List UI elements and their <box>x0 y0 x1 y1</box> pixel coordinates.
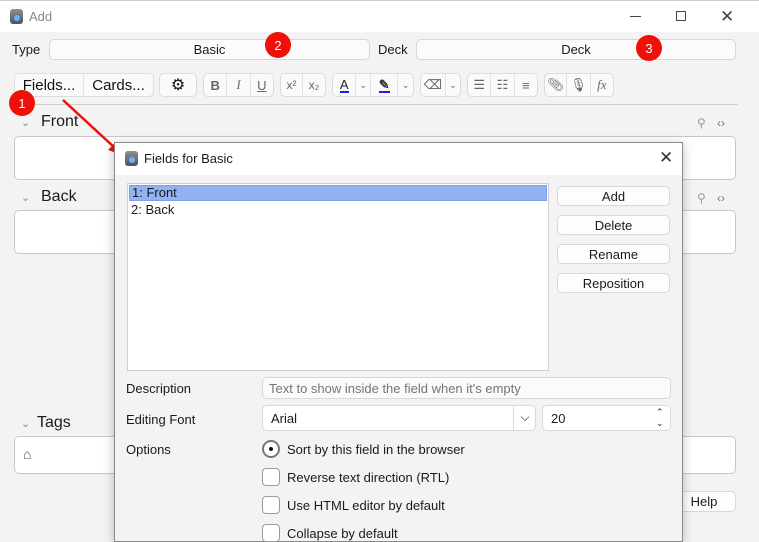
font-size-value: 20 <box>551 411 566 426</box>
description-label: Description <box>126 381 192 396</box>
reposition-field-button[interactable]: Reposition <box>557 273 670 293</box>
annotation-badge-2: 2 <box>265 32 291 58</box>
field-list[interactable]: 1: Front 2: Back <box>127 183 549 371</box>
annotation-badge-3: 3 <box>636 35 662 61</box>
collapse-option-label: Collapse by default <box>287 526 398 541</box>
html-editor-checkbox[interactable] <box>262 496 280 514</box>
chevron-down-icon[interactable]: ⌵ <box>513 406 536 430</box>
editing-font-label: Editing Font <box>126 412 196 427</box>
field-list-item[interactable]: 2: Back <box>128 202 548 217</box>
annotation-badge-1: 1 <box>9 90 35 116</box>
options-label: Options <box>126 442 171 457</box>
collapse-checkbox[interactable] <box>262 524 280 542</box>
spin-arrows-icon[interactable]: ⌃ ⌄ <box>656 407 664 429</box>
app-icon <box>125 151 138 166</box>
rtl-checkbox[interactable] <box>262 468 280 486</box>
field-list-item-selected[interactable]: 1: Front <box>129 185 547 201</box>
rename-field-button[interactable]: Rename <box>557 244 670 264</box>
font-value: Arial <box>271 411 298 426</box>
dialog-title-bar: Fields for Basic ✕ <box>115 143 682 175</box>
rtl-option-label: Reverse text direction (RTL) <box>287 470 450 485</box>
sort-radio[interactable] <box>262 440 280 458</box>
delete-field-button[interactable]: Delete <box>557 215 670 235</box>
add-field-button[interactable]: Add <box>557 186 670 206</box>
font-selector[interactable]: Arial ⌵ <box>262 405 536 431</box>
font-size-spinbox[interactable]: 20 ⌃ ⌄ <box>542 405 671 431</box>
sort-option-label: Sort by this field in the browser <box>287 442 465 457</box>
dialog-title: Fields for Basic <box>144 151 233 166</box>
dialog-close-button[interactable]: ✕ <box>659 148 673 168</box>
description-input[interactable] <box>262 377 671 399</box>
html-editor-option-label: Use HTML editor by default <box>287 498 445 513</box>
fields-dialog: Fields for Basic ✕ 1: Front 2: Back Add … <box>114 142 683 542</box>
